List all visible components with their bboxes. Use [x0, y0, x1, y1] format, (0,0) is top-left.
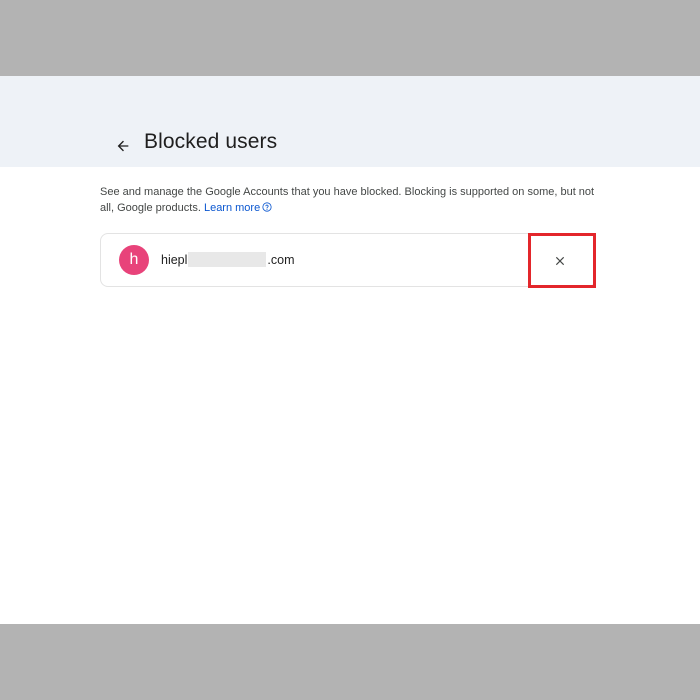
page-title: Blocked users — [144, 130, 278, 153]
page-description: See and manage the Google Accounts that … — [100, 184, 600, 216]
learn-more-link[interactable]: Learn more — [204, 202, 272, 214]
blocked-user-email: hiepl .com — [161, 252, 295, 267]
email-end: .com — [267, 252, 295, 267]
back-button[interactable] — [110, 133, 136, 159]
blocked-users-page: Blocked users See and manage the Google … — [0, 76, 700, 624]
blocked-user-row: h hiepl .com — [100, 233, 596, 287]
email-redaction — [188, 252, 267, 267]
email-start: hiepl — [161, 252, 188, 267]
avatar: h — [119, 245, 149, 275]
arrow-back-icon — [117, 140, 129, 152]
header-band — [0, 76, 700, 167]
help-circle-icon — [262, 202, 272, 212]
description-text: See and manage the Google Accounts that … — [100, 186, 595, 214]
close-icon — [555, 256, 565, 266]
learn-more-label: Learn more — [203, 202, 261, 214]
unblock-button[interactable] — [549, 250, 571, 272]
